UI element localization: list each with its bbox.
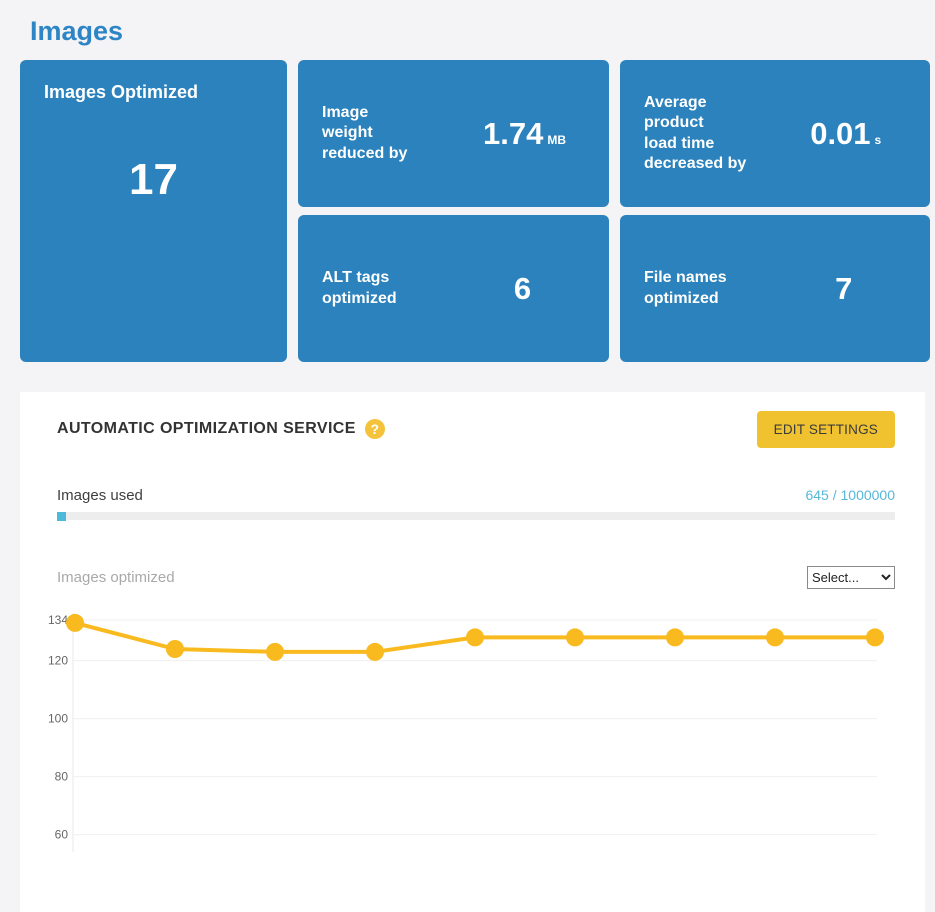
stat-value: 7 bbox=[835, 271, 852, 306]
line-chart-svg: 134 120 100 80 60 bbox=[40, 607, 910, 852]
help-icon[interactable]: ? bbox=[365, 419, 385, 439]
stat-card-images-optimized: Images Optimized 17 bbox=[20, 60, 287, 362]
stat-unit: s bbox=[875, 133, 882, 147]
chart-header: Images optimized Select... bbox=[57, 566, 895, 589]
panel-header: AUTOMATIC OPTIMIZATION SERVICE ? EDIT SE… bbox=[57, 411, 895, 447]
panel-title: AUTOMATIC OPTIMIZATION SERVICE bbox=[57, 420, 356, 438]
stat-label: Images Optimized bbox=[44, 82, 263, 103]
svg-text:80: 80 bbox=[55, 769, 69, 783]
page-title: Images bbox=[30, 16, 123, 47]
usage-row: Images used 645 / 1000000 bbox=[57, 487, 895, 504]
svg-text:120: 120 bbox=[48, 653, 68, 667]
stat-label: Image weight reduced by bbox=[322, 103, 464, 164]
stat-value: 17 bbox=[44, 155, 263, 205]
stat-label: ALT tags optimized bbox=[322, 268, 464, 309]
stat-value: 0.01 bbox=[810, 116, 870, 151]
svg-text:134: 134 bbox=[48, 613, 68, 627]
svg-text:60: 60 bbox=[55, 827, 69, 841]
stat-label: File names optimized bbox=[644, 268, 785, 309]
usage-progress-fill bbox=[57, 512, 66, 521]
stat-card-alt-tags: ALT tags optimized 6 bbox=[298, 215, 609, 362]
images-used-count: 645 / 1000000 bbox=[805, 487, 895, 503]
stat-value: 6 bbox=[514, 271, 531, 306]
usage-progress-bar bbox=[57, 512, 895, 520]
stat-unit: MB bbox=[547, 133, 566, 147]
stat-value: 1.74 bbox=[483, 116, 543, 151]
optimization-chart: 134 120 100 80 60 bbox=[40, 607, 910, 852]
edit-settings-button[interactable]: EDIT SETTINGS bbox=[757, 411, 895, 448]
stat-card-image-weight: Image weight reduced by 1.74 MB bbox=[298, 60, 609, 207]
svg-text:100: 100 bbox=[48, 711, 68, 725]
images-optimized-label: Images optimized bbox=[57, 569, 175, 586]
stat-card-file-names: File names optimized 7 bbox=[620, 215, 930, 362]
images-used-label: Images used bbox=[57, 487, 143, 504]
stats-grid: Images Optimized 17 Image weight reduced… bbox=[20, 60, 930, 362]
stat-label: Average product load time decreased by bbox=[644, 93, 785, 175]
period-select[interactable]: Select... bbox=[807, 566, 895, 589]
stat-card-load-time: Average product load time decreased by 0… bbox=[620, 60, 930, 207]
automatic-optimization-panel: AUTOMATIC OPTIMIZATION SERVICE ? EDIT SE… bbox=[20, 392, 925, 912]
